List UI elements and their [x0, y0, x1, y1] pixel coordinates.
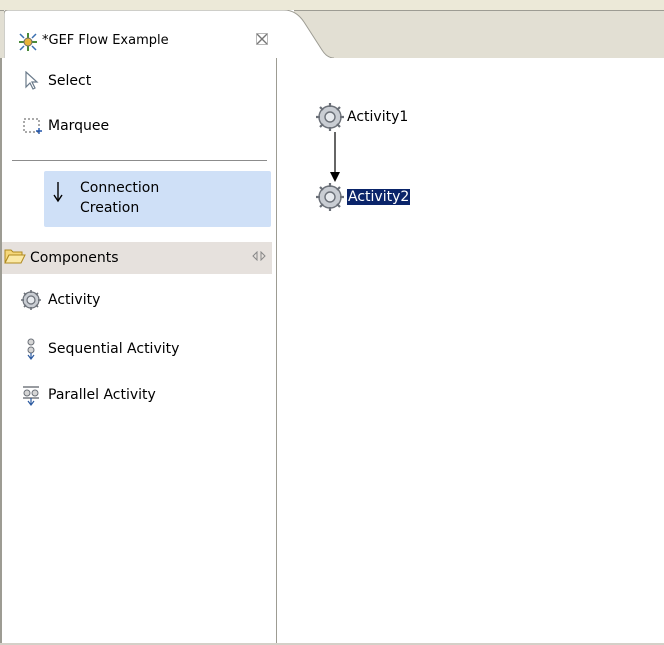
- palette-entry-activity[interactable]: Activity: [20, 287, 100, 313]
- arrow-pointer-icon: [20, 69, 44, 93]
- arrow-down-icon: [52, 181, 64, 207]
- palette-entry-sequential-activity[interactable]: Sequential Activity: [20, 336, 179, 362]
- editor-tab-strip: *GEF Flow Example: [0, 0, 664, 59]
- palette-entry-parallel-activity[interactable]: Parallel Activity: [20, 382, 156, 408]
- select-tool-label: Select: [48, 73, 92, 89]
- close-icon[interactable]: [254, 33, 270, 49]
- marquee-tool-label: Marquee: [48, 118, 110, 134]
- palette-separator: [12, 160, 267, 164]
- palette-entry-sequential-activity-label: Sequential Activity: [48, 341, 180, 357]
- palette-entry-parallel-activity-label: Parallel Activity: [48, 387, 156, 403]
- gef-flow-icon: [18, 32, 38, 52]
- activity-node-label: Activity2: [347, 189, 411, 205]
- connection-tool-label: Connection Creation: [80, 178, 159, 218]
- gear-icon: [20, 289, 42, 311]
- drawer-label: Components: [30, 250, 119, 266]
- connection-arrow[interactable]: [329, 132, 341, 186]
- palette-tool-marquee[interactable]: Marquee: [20, 113, 109, 139]
- tab-gef-flow-example[interactable]: *GEF Flow Example: [4, 10, 334, 58]
- connection-tool-label-line1: Connection: [80, 180, 160, 196]
- palette-entry-activity-label: Activity: [48, 292, 101, 308]
- palette-tool-connection-creation[interactable]: Connection Creation: [44, 171, 271, 227]
- gear-icon: [315, 182, 345, 212]
- activity-node-label: Activity1: [347, 109, 409, 125]
- tab-title: *GEF Flow Example: [42, 33, 169, 48]
- connection-tool-label-line2: Creation: [80, 200, 140, 216]
- drawer-components-header[interactable]: Components: [2, 242, 272, 274]
- activity-node[interactable]: Activity1: [315, 102, 408, 132]
- palette: Select Marquee Connection Creation Compo…: [0, 58, 277, 645]
- palette-tool-select[interactable]: Select: [20, 68, 91, 94]
- sequential-activity-icon: [20, 338, 42, 360]
- pin-icon[interactable]: [252, 250, 266, 264]
- diagram-canvas[interactable]: Activity1 Activity2: [277, 58, 664, 645]
- activity-node-selected[interactable]: Activity2: [315, 182, 411, 212]
- parallel-activity-icon: [20, 384, 42, 406]
- gear-icon: [315, 102, 345, 132]
- folder-open-icon: [4, 247, 26, 269]
- marquee-icon: [20, 114, 44, 138]
